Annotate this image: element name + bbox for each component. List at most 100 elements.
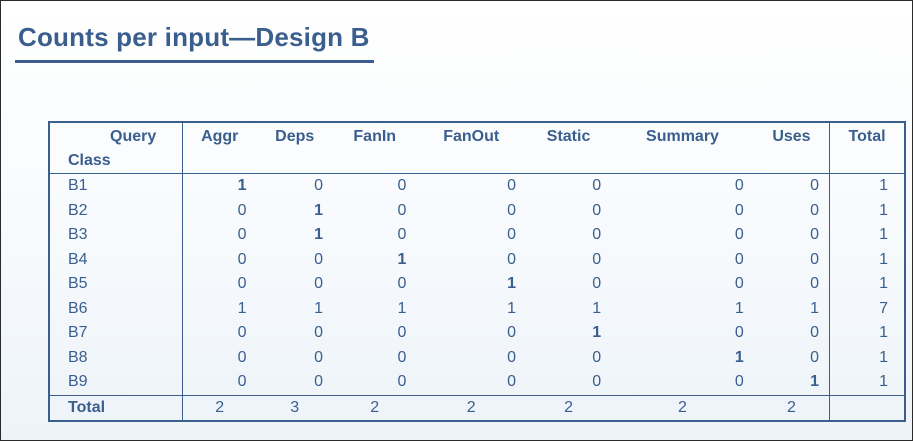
cell-static: 0 xyxy=(592,373,602,390)
total-cell-aggr: 2 xyxy=(182,394,257,421)
col-header-total: Total xyxy=(829,122,905,174)
cell-fanout: 0 xyxy=(507,226,516,243)
total-cell-fanin: 2 xyxy=(333,394,417,421)
cell-fanout: 0 xyxy=(507,348,516,366)
table-row: B2 0 1 0 0 0 0 0 1 xyxy=(49,198,905,223)
grand-total-cell xyxy=(829,394,905,421)
total-cell-static: 2 xyxy=(525,394,612,421)
cell-fanout: 1 xyxy=(507,275,516,292)
row-label: B6 xyxy=(49,296,183,321)
counts-table: Query Class Aggr Deps FanIn FanOut Stati… xyxy=(48,121,906,422)
cell-fanin: 1 xyxy=(397,299,407,317)
total-cell-fanout: 2 xyxy=(416,394,526,421)
table-body: B1 1 0 0 0 0 0 0 1 B2 0 1 0 0 0 0 0 1 B3 0 1 0 0 0 0 0 1 B4 0 0 1 0 0 0 0 1… xyxy=(49,173,905,395)
table-row: B6 1 1 1 1 1 1 1 7 xyxy=(49,296,905,321)
slide-title: Counts per input—Design B xyxy=(18,22,370,52)
cell-aggr: 0 xyxy=(237,348,247,366)
cell-static: 1 xyxy=(592,299,602,317)
cell-uses: 0 xyxy=(810,348,820,366)
cell-fanout: 0 xyxy=(507,324,516,341)
col-header-uses: Uses xyxy=(753,122,830,174)
cell-aggr: 0 xyxy=(237,226,247,243)
cell-summary: 0 xyxy=(734,177,744,194)
row-total: 1 xyxy=(829,345,905,370)
cell-fanin: 0 xyxy=(397,348,407,366)
row-label: B7 xyxy=(49,321,183,346)
cell-uses: 0 xyxy=(810,275,820,292)
cell-aggr: 0 xyxy=(237,201,247,219)
cell-fanin: 1 xyxy=(397,250,407,268)
total-cell-summary: 2 xyxy=(611,394,754,421)
cell-summary: 0 xyxy=(734,201,744,219)
cell-fanin: 0 xyxy=(397,226,407,243)
cell-static: 0 xyxy=(592,348,602,366)
cell-fanin: 0 xyxy=(397,201,407,219)
cell-uses: 0 xyxy=(810,177,820,194)
col-header-aggr: Aggr xyxy=(182,122,257,174)
cell-summary: 1 xyxy=(734,348,744,366)
row-label: B2 xyxy=(49,198,183,223)
row-total: 1 xyxy=(829,198,905,223)
totals-row-label: Total xyxy=(49,394,183,421)
cell-fanout: 0 xyxy=(507,177,516,194)
col-header-deps: Deps xyxy=(256,122,333,174)
cell-summary: 0 xyxy=(734,226,744,243)
cell-aggr: 0 xyxy=(237,373,247,390)
cell-summary: 1 xyxy=(734,299,744,317)
cell-aggr: 0 xyxy=(237,275,247,292)
cell-fanin: 0 xyxy=(397,373,407,390)
cell-aggr: 0 xyxy=(237,324,247,341)
cell-uses: 1 xyxy=(810,299,820,317)
col-header-fanin: FanIn xyxy=(333,122,417,174)
cell-deps: 0 xyxy=(314,324,323,341)
table-row: B3 0 1 0 0 0 0 0 1 xyxy=(49,223,905,248)
row-total: 1 xyxy=(829,173,905,199)
cell-deps: 0 xyxy=(314,373,323,390)
cell-static: 1 xyxy=(592,324,602,341)
total-cell-uses: 2 xyxy=(753,394,830,421)
slide: Counts per input—Design B Query Class Ag… xyxy=(0,0,913,441)
totals-row: Total 2 3 2 2 2 2 2 xyxy=(49,394,905,421)
header-row: Query Class Aggr Deps FanIn FanOut Stati… xyxy=(49,122,905,174)
corner-header: Query Class xyxy=(49,122,183,174)
cell-aggr: 1 xyxy=(237,299,247,317)
cell-fanin: 0 xyxy=(397,275,407,292)
col-header-static: Static xyxy=(525,122,612,174)
table-row: B7 0 0 0 0 1 0 0 1 xyxy=(49,321,905,346)
row-label: B8 xyxy=(49,345,183,370)
table-row: B9 0 0 0 0 0 0 1 1 xyxy=(49,370,905,395)
col-header-fanout: FanOut xyxy=(416,122,526,174)
table-row: B4 0 0 1 0 0 0 0 1 xyxy=(49,247,905,272)
row-label: B3 xyxy=(49,223,183,248)
cell-fanout: 0 xyxy=(507,250,516,268)
cell-fanin: 0 xyxy=(397,177,407,194)
row-total: 1 xyxy=(829,321,905,346)
cell-uses: 0 xyxy=(810,226,820,243)
row-label: B9 xyxy=(49,370,183,395)
cell-static: 0 xyxy=(592,177,602,194)
cell-summary: 0 xyxy=(734,373,744,390)
cell-uses: 1 xyxy=(810,373,820,390)
cell-uses: 0 xyxy=(810,250,820,268)
cell-static: 0 xyxy=(592,250,602,268)
cell-summary: 0 xyxy=(734,250,744,268)
row-total: 1 xyxy=(829,247,905,272)
table-row: B8 0 0 0 0 0 1 0 1 xyxy=(49,345,905,370)
row-label: B1 xyxy=(49,173,183,199)
cell-deps: 0 xyxy=(314,177,323,194)
title-underline xyxy=(15,60,374,63)
col-header-summary: Summary xyxy=(611,122,754,174)
cell-uses: 0 xyxy=(810,201,820,219)
cell-fanout: 0 xyxy=(507,201,516,219)
cell-uses: 0 xyxy=(810,324,820,341)
cell-deps: 0 xyxy=(314,348,323,366)
cell-static: 0 xyxy=(592,201,602,219)
corner-header-line2: Class xyxy=(68,152,111,169)
cell-deps: 0 xyxy=(314,250,323,268)
cell-deps: 1 xyxy=(314,201,323,219)
corner-header-line1: Query xyxy=(110,128,157,145)
row-label: B4 xyxy=(49,247,183,272)
cell-summary: 0 xyxy=(734,324,744,341)
cell-aggr: 1 xyxy=(237,177,247,194)
cell-deps: 1 xyxy=(314,299,323,317)
